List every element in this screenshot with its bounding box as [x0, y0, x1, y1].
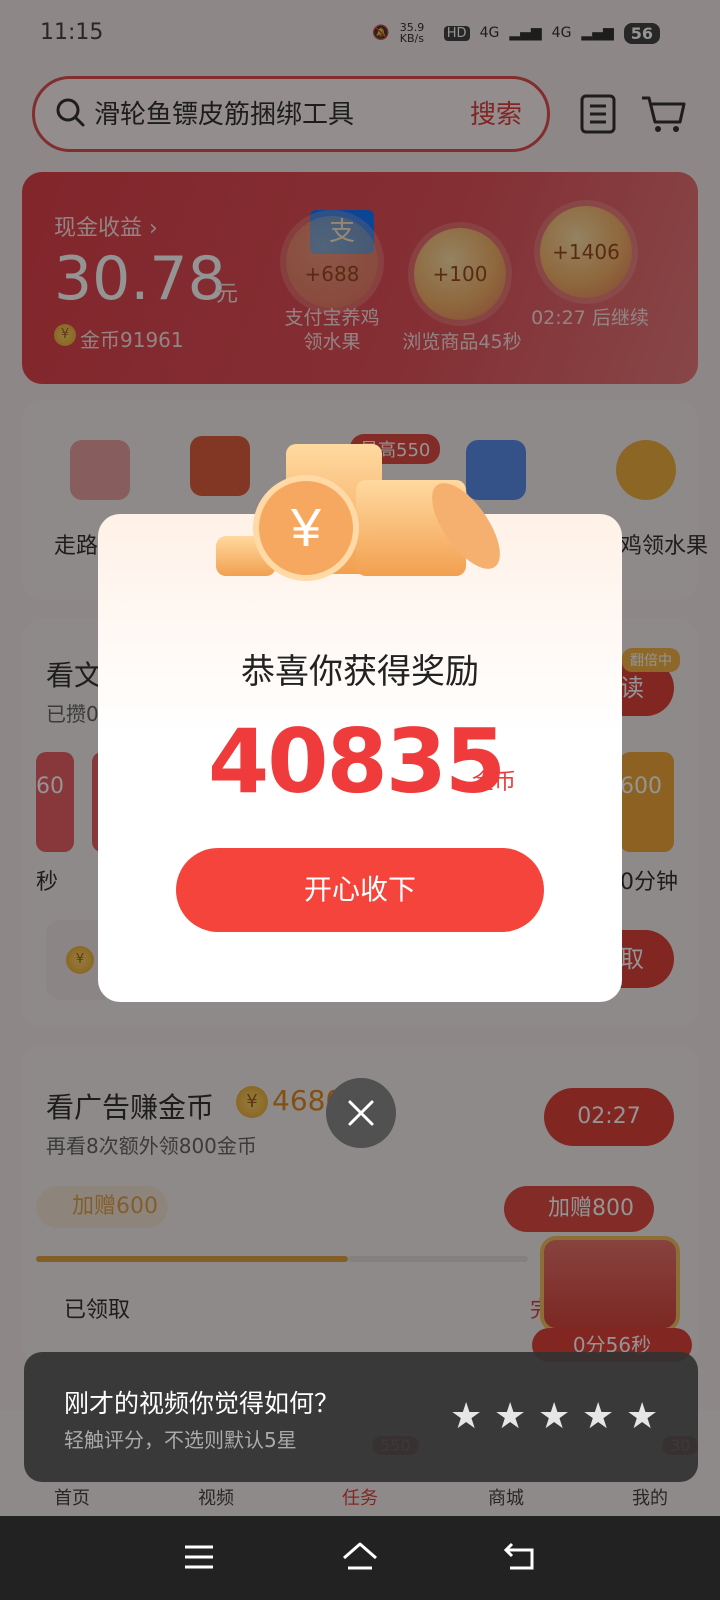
reward-amount: 40835 — [208, 710, 506, 813]
star-icon[interactable]: ★ — [626, 1396, 658, 1437]
accept-reward-button[interactable]: 开心收下 — [176, 848, 544, 932]
close-icon[interactable] — [326, 1078, 396, 1148]
coin-stack-icon: ¥ — [216, 444, 500, 581]
home-icon[interactable] — [340, 1540, 380, 1574]
dialog-title: 恭喜你获得奖励 — [241, 652, 479, 692]
star-icon[interactable]: ★ — [450, 1396, 482, 1437]
star-icon[interactable]: ★ — [538, 1396, 570, 1437]
rating-question: 刚才的视频你觉得如何？ — [64, 1389, 340, 1418]
rating-hint: 轻触评分，不选则默认5星 — [64, 1428, 297, 1452]
star-icon[interactable]: ★ — [494, 1396, 526, 1437]
menu-icon[interactable] — [182, 1542, 216, 1572]
reward-unit: 金币 — [472, 770, 517, 795]
svg-text:¥: ¥ — [290, 498, 322, 558]
star-icon[interactable]: ★ — [582, 1396, 614, 1437]
back-icon[interactable] — [502, 1540, 538, 1574]
